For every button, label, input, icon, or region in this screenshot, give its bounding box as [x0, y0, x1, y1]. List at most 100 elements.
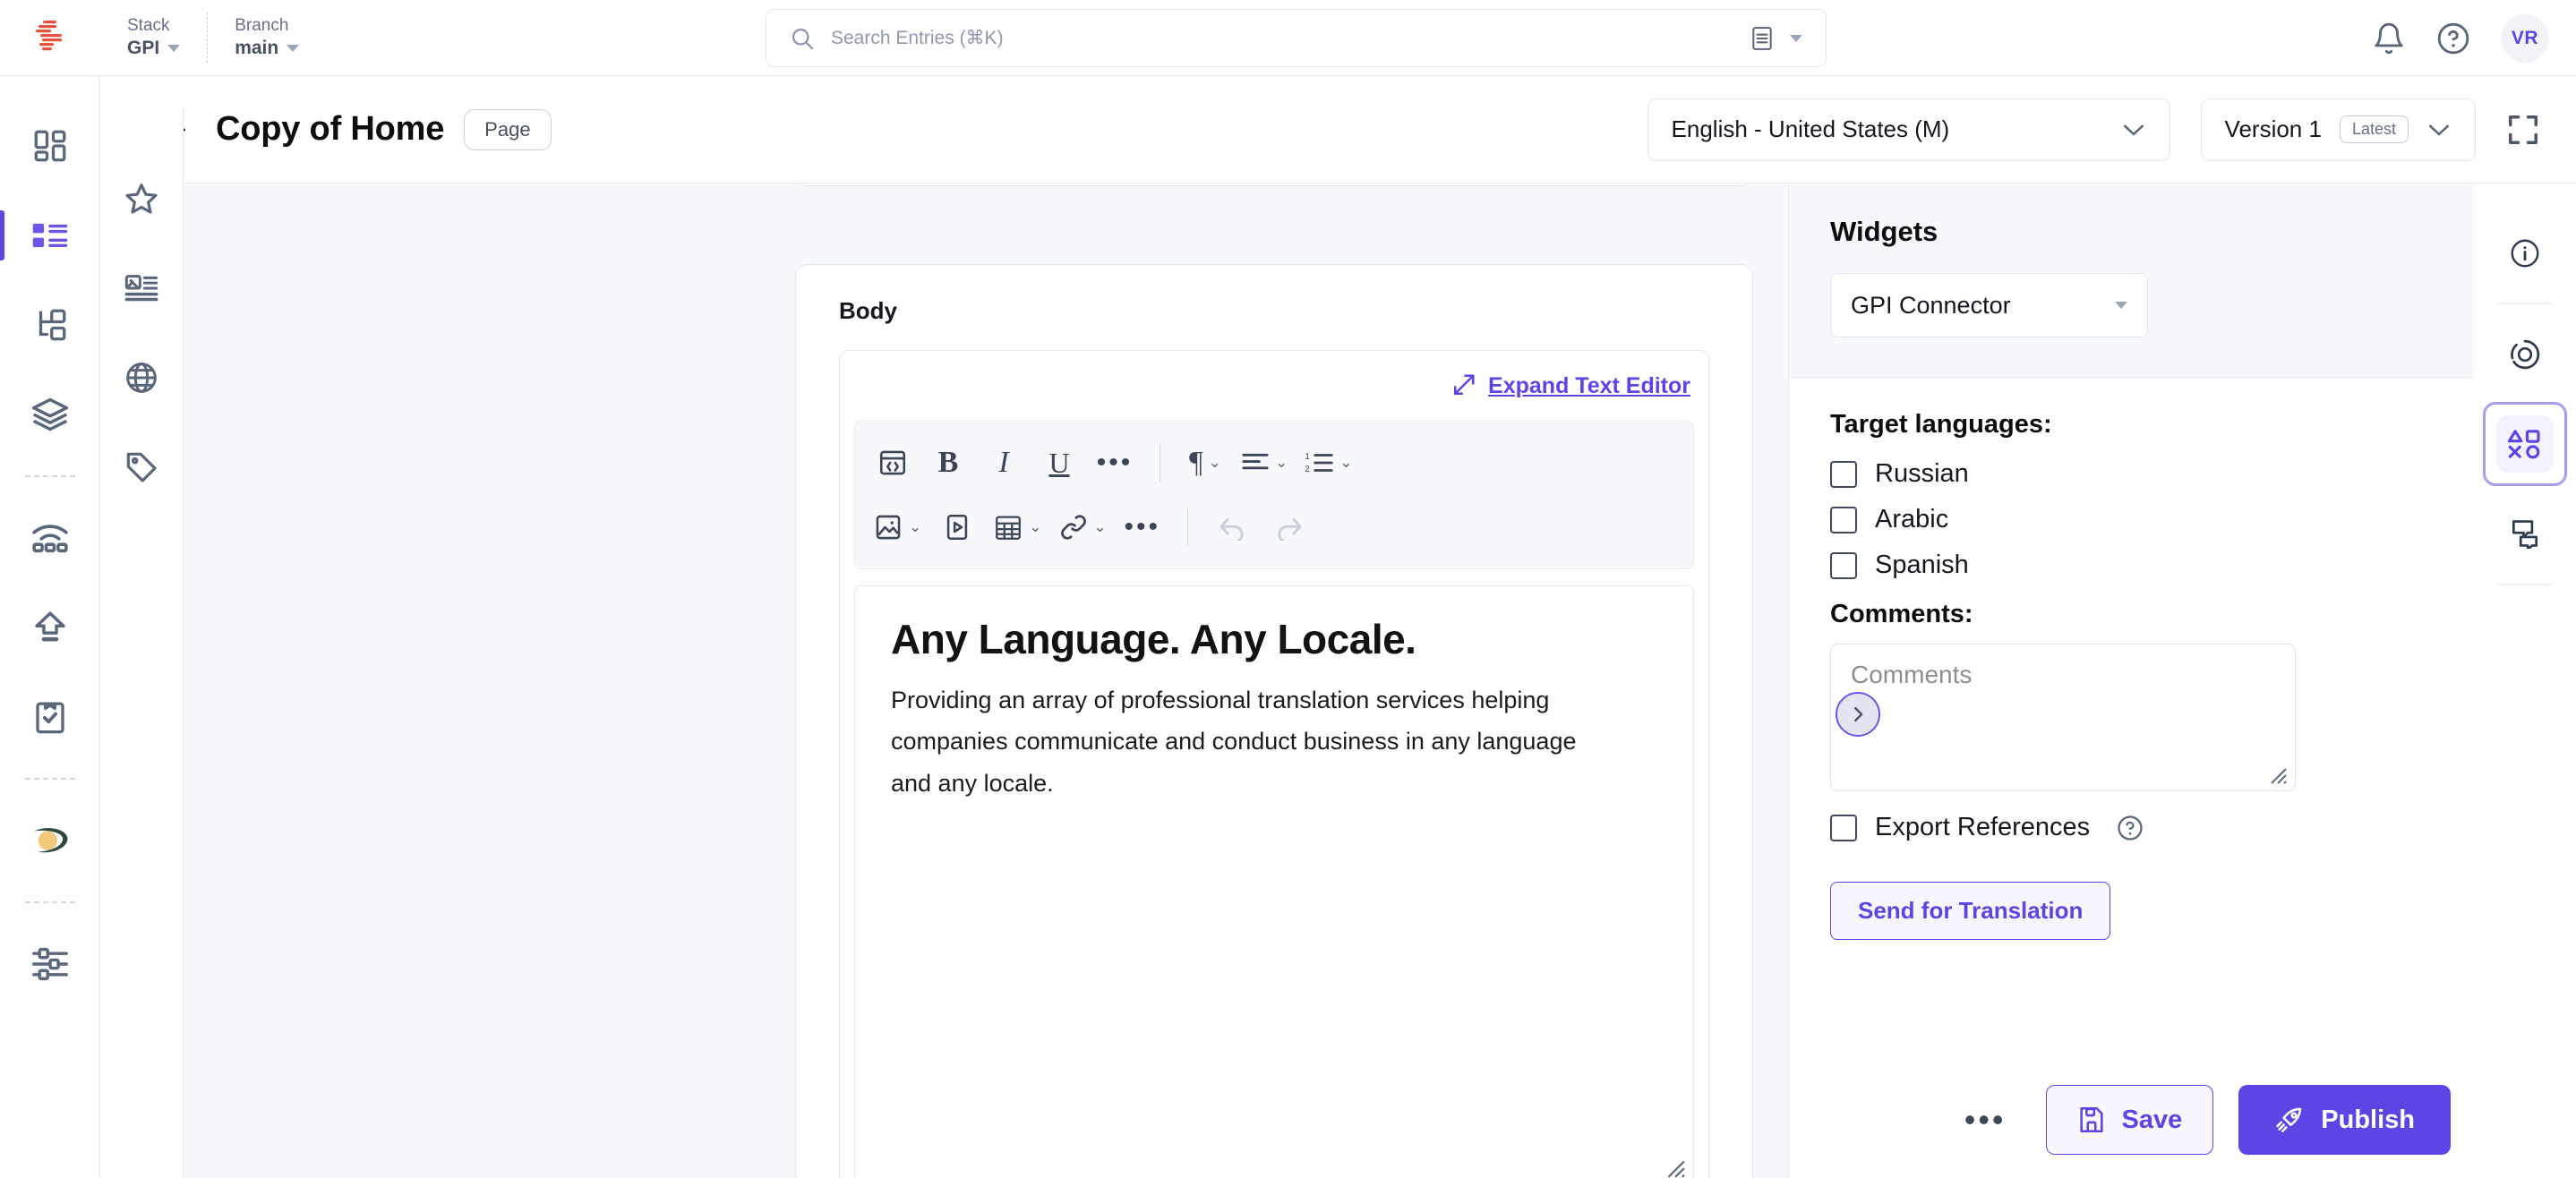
checkbox-spanish[interactable]: Spanish: [1830, 551, 2432, 580]
resize-grip-icon[interactable]: [2266, 764, 2288, 785]
field-card-body: Body Expand Text Editor B I U ••• ¶ ⌄ ⌄ …: [795, 264, 1753, 1178]
rightrail-item-info[interactable]: [2473, 209, 2576, 298]
toolbar-align[interactable]: ⌄: [1236, 438, 1293, 488]
save-view-icon[interactable]: [1750, 26, 1774, 51]
checkbox-arabic[interactable]: Arabic: [1830, 505, 2432, 534]
save-label: Save: [2121, 1105, 2183, 1134]
toolbar-undo[interactable]: [1208, 502, 1258, 552]
checkbox-box[interactable]: [1830, 551, 1857, 579]
star-icon: [125, 184, 158, 214]
toolbar-redo[interactable]: [1263, 502, 1314, 552]
panel-item-entries[interactable]: [100, 243, 184, 333]
widget-selector[interactable]: GPI Connector: [1830, 273, 2148, 337]
chevron-down-icon: ⌄: [1208, 454, 1221, 471]
toolbar-underline[interactable]: U: [1034, 438, 1084, 488]
branch-value-row: main: [235, 37, 300, 60]
sidebar-item-tasks[interactable]: [0, 672, 100, 762]
align-left-icon: [1242, 453, 1269, 470]
toolbar-insert-image[interactable]: ⌄: [868, 502, 927, 552]
search-box[interactable]: [766, 9, 1827, 67]
panel-item-favorites[interactable]: [100, 154, 184, 243]
sidebar-item-releases[interactable]: [0, 583, 100, 672]
sidebar-item-assets[interactable]: [0, 370, 100, 459]
toolbar-more-formatting[interactable]: •••: [1090, 438, 1140, 488]
underline-icon: U: [1048, 446, 1070, 479]
expand-text-editor-link[interactable]: Expand Text Editor: [1450, 372, 1690, 399]
toolbar-insert-link[interactable]: ⌄: [1053, 502, 1112, 552]
stack-switcher[interactable]: Stack GPI: [100, 13, 207, 63]
sidebar-item-dashboard[interactable]: [0, 101, 100, 191]
checkbox-russian[interactable]: Russian: [1830, 459, 2432, 489]
field-card-above: [795, 184, 1753, 186]
logo-container[interactable]: [0, 19, 100, 56]
checkbox-box[interactable]: [1830, 814, 1857, 841]
sidebar-item-marketplace[interactable]: [0, 796, 100, 885]
rte-heading: Any Language. Any Locale.: [891, 616, 1416, 662]
redo-icon: [1278, 517, 1302, 541]
sidebar-item-entries[interactable]: [0, 191, 100, 280]
checkbox-box[interactable]: [1830, 506, 1857, 534]
field-label-body: Body: [839, 297, 897, 324]
publish-label: Publish: [2321, 1105, 2415, 1134]
toolbar-code-block[interactable]: [868, 438, 918, 488]
toolbar-italic[interactable]: I: [979, 438, 1029, 488]
expand-arrow-icon: [1454, 374, 1475, 395]
sidebar-item-live-preview[interactable]: [0, 493, 100, 583]
ellipsis-icon: •••: [1096, 448, 1134, 477]
version-selector[interactable]: Version 1 Latest: [2200, 98, 2476, 161]
image-text-icon: [124, 275, 158, 302]
toolbar-bold[interactable]: B: [923, 438, 973, 488]
sidebar-item-content-models[interactable]: [0, 280, 100, 370]
info-circle-icon: [2511, 239, 2538, 268]
content-type-chip[interactable]: Page: [464, 108, 552, 150]
version-selector-value: Version 1: [2224, 115, 2322, 142]
panel-item-tags[interactable]: [100, 423, 184, 512]
toolbar-list[interactable]: 1 2 ⌄: [1298, 438, 1357, 488]
rightrail-item-discussions[interactable]: [2473, 489, 2576, 578]
italic-icon: I: [998, 446, 1009, 479]
toolbar-more-insert[interactable]: •••: [1117, 502, 1168, 552]
widgets-title: Widgets: [1830, 216, 1938, 247]
save-button[interactable]: Save: [2045, 1085, 2214, 1155]
locale-selector[interactable]: English - United States (M): [1647, 98, 2170, 161]
resize-grip-icon[interactable]: [1663, 1156, 1686, 1178]
comments-placeholder: Comments: [1851, 661, 1973, 688]
editor-toolbar-header: Expand Text Editor: [840, 351, 1708, 421]
ellipsis-icon: •••: [1964, 1101, 2007, 1138]
toolbar-insert-video[interactable]: [932, 502, 982, 552]
entry-footer-actions: ••• Save Publish: [1789, 1062, 2474, 1178]
svg-text:2: 2: [1305, 465, 1311, 474]
upload-arrow-icon: [34, 611, 65, 642]
sidebar-item-settings[interactable]: [0, 919, 100, 1009]
rightrail-item-activity[interactable]: [2473, 310, 2576, 399]
search-dropdown-icon[interactable]: [1790, 34, 1802, 42]
fullscreen-expand-icon[interactable]: [2506, 113, 2540, 147]
toolbar-insert-table[interactable]: ⌄: [988, 502, 1047, 552]
rightrail-divider: [2496, 303, 2553, 304]
rightrail-active-frame[interactable]: [2482, 402, 2567, 486]
panel-item-locales[interactable]: [100, 333, 184, 423]
checkbox-box[interactable]: [1830, 460, 1857, 488]
branch-switcher[interactable]: Branch main: [208, 13, 326, 63]
panel-collapse-toggle[interactable]: [1836, 692, 1880, 737]
help-circle-icon[interactable]: [2436, 21, 2470, 55]
search-input[interactable]: [831, 27, 1734, 49]
avatar[interactable]: VR: [2501, 13, 2549, 63]
stack-value-row: GPI: [127, 37, 181, 60]
toolbar-paragraph-style[interactable]: ¶ ⌄: [1180, 438, 1230, 488]
help-circle-icon[interactable]: [2117, 815, 2144, 841]
topbar-actions: VR: [2372, 0, 2549, 76]
rightrail-item-widgets[interactable]: [2473, 399, 2576, 489]
publish-button[interactable]: Publish: [2238, 1085, 2451, 1155]
entry-canvas: Body Expand Text Editor B I U ••• ¶ ⌄ ⌄ …: [184, 184, 1861, 1178]
chevron-down-icon: ⌄: [1029, 518, 1042, 535]
sitemap-icon: [39, 309, 65, 341]
more-actions-button[interactable]: •••: [1950, 1104, 2021, 1136]
rich-text-content-area[interactable]: Any Language. Any Locale. Providing an a…: [854, 585, 1694, 1178]
target-circle-icon: [2510, 339, 2539, 370]
send-for-translation-button[interactable]: Send for Translation: [1830, 882, 2111, 940]
checkbox-export-references[interactable]: Export References: [1830, 813, 2432, 842]
undo-icon: [1220, 517, 1244, 541]
comments-textarea[interactable]: Comments: [1830, 644, 2296, 791]
bell-icon[interactable]: [2372, 21, 2406, 55]
